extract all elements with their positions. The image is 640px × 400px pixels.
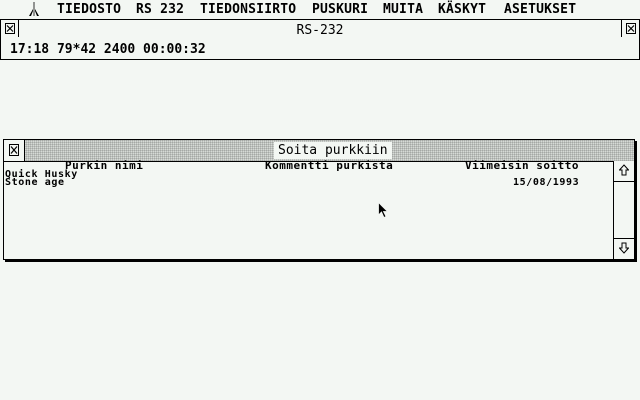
status-line: 17:18 79*42 2400 00:00:32 xyxy=(0,41,640,60)
menu-item-tiedosto[interactable]: TIEDOSTO xyxy=(57,1,121,18)
status-text: 17:18 79*42 2400 00:00:32 xyxy=(10,42,206,57)
dial-bbs-dialog: Soita purkkiin Purkin nimi Kommentti pur… xyxy=(3,139,635,260)
menu-item-tiedonsiirto[interactable]: TIEDONSIIRTO xyxy=(200,1,296,18)
window-title-bar[interactable]: RS-232 xyxy=(0,19,640,42)
menu-item-kaskyt[interactable]: KÄSKYT xyxy=(438,1,486,18)
menu-item-puskuri[interactable]: PUSKURI xyxy=(312,1,368,18)
dialog-close-button[interactable] xyxy=(4,140,25,161)
list-item[interactable]: Stone age 15/08/1993 xyxy=(5,177,595,188)
scroll-up-button[interactable] xyxy=(614,161,634,182)
list-scrollbar[interactable] xyxy=(613,161,634,259)
menu-item-asetukset[interactable]: ASETUKSET xyxy=(504,1,576,18)
mouse-cursor-icon xyxy=(378,202,389,219)
window-full-button[interactable] xyxy=(621,20,639,37)
last-call-date: 15/08/1993 xyxy=(513,177,580,188)
window-close-button[interactable] xyxy=(1,20,19,37)
menu-bar: TIEDOSTO RS 232 TIEDONSIIRTO PUSKURI MUI… xyxy=(0,0,640,20)
atari-fuji-icon[interactable] xyxy=(26,1,42,17)
scroll-down-button[interactable] xyxy=(614,238,634,259)
fullscreen-icon xyxy=(626,23,636,34)
menu-item-muita[interactable]: MUITA xyxy=(383,1,423,18)
arrow-up-icon xyxy=(619,164,629,176)
close-icon xyxy=(5,23,15,34)
close-icon xyxy=(9,144,19,156)
arrow-down-icon xyxy=(619,242,629,254)
window-title: RS-232 xyxy=(296,23,344,38)
menu-item-rs232[interactable]: RS 232 xyxy=(136,1,184,18)
bbs-name: Stone age xyxy=(5,177,65,188)
dialog-title: Soita purkkiin xyxy=(274,142,392,159)
